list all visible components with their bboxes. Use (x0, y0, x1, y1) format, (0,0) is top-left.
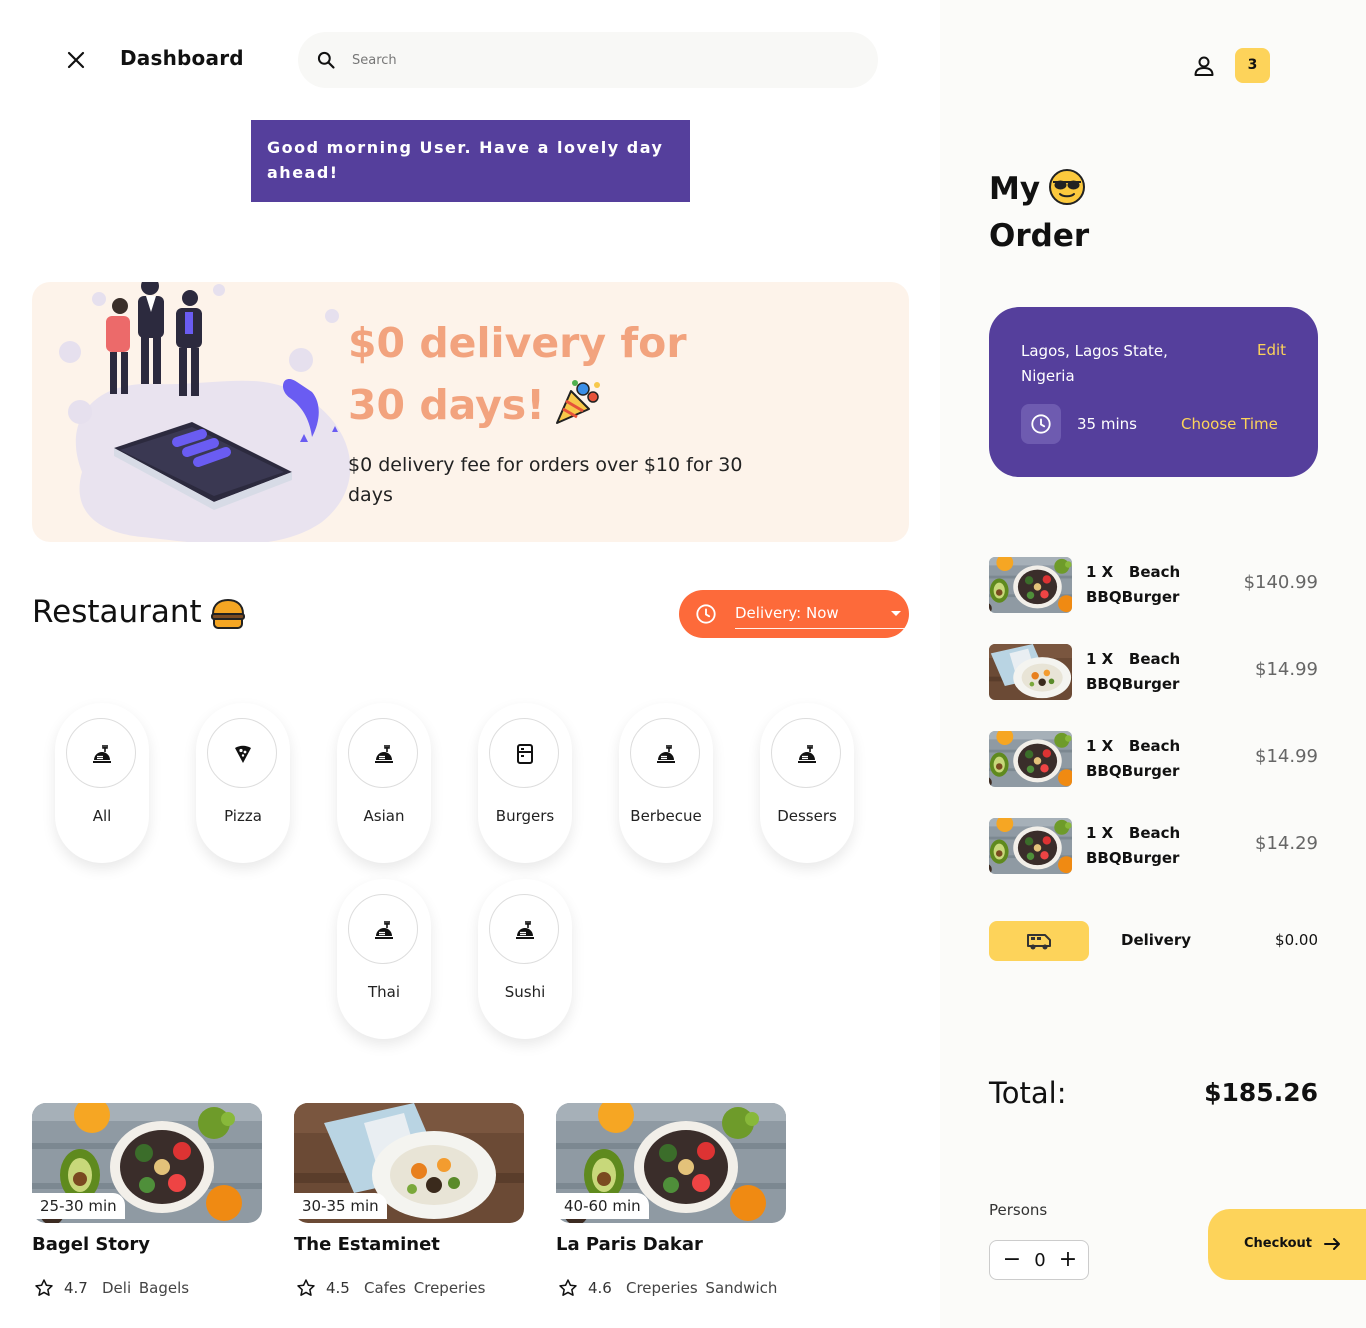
category-thai[interactable]: Thai (337, 879, 431, 1039)
menu-box-icon (517, 744, 533, 764)
address-card: Lagos, Lagos State, Nigeria Edit 35 mins… (989, 307, 1318, 477)
pizza-icon (235, 745, 251, 763)
main-content: Dashboard Good morning User. Have a love… (0, 0, 940, 1328)
persons-label: Persons (989, 1201, 1048, 1219)
promo-title: $0 delivery for 30 days! (348, 319, 687, 429)
restaurant-rating: 4.7 (64, 1279, 88, 1297)
choose-time-link[interactable]: Choose Time (1181, 415, 1278, 433)
restaurant-tags: Creperies Sandwich (626, 1279, 778, 1297)
item-price: $140.99 (1243, 572, 1318, 593)
delivery-time-select[interactable]: Delivery: Now (679, 590, 909, 638)
restaurant-section-title: Restaurant (32, 594, 202, 630)
food-dish-icon (654, 742, 678, 766)
restaurant-tags: Deli Bagels (102, 1279, 190, 1297)
promo-illustration (59, 282, 351, 542)
delivery-fee: $0.00 (1275, 931, 1318, 949)
persons-count: 0 (1034, 1250, 1046, 1271)
restaurant-card[interactable]: 25-30 min Bagel Story 4.7 Deli Bagels (32, 1103, 282, 1313)
search-icon[interactable] (316, 50, 336, 70)
food-dish-icon (513, 918, 537, 942)
order-item[interactable]: 1 X Beach BBQBurger $14.99 (989, 644, 1318, 700)
user-icon[interactable] (1192, 54, 1216, 78)
item-thumbnail (989, 644, 1072, 700)
restaurant-name: The Estaminet (294, 1234, 440, 1255)
food-dish-icon (90, 742, 114, 766)
edit-address-link[interactable]: Edit (1257, 341, 1286, 359)
clock-icon (1031, 414, 1051, 434)
category-asian[interactable]: Asian (337, 703, 431, 863)
decrement-button[interactable]: − (1002, 1249, 1022, 1271)
delivery-duration: 35 mins (1077, 415, 1137, 433)
order-sidebar: 3 My Order Lagos, Lagos State, Nigeria E… (940, 0, 1366, 1328)
category-berbecue[interactable]: Berbecue (619, 703, 713, 863)
category-all[interactable]: All (55, 703, 149, 863)
restaurant-tags: Cafes Creperies (364, 1279, 486, 1297)
increment-button[interactable]: + (1058, 1249, 1078, 1271)
cart-count-badge[interactable]: 3 (1235, 48, 1270, 83)
order-item[interactable]: 1 X Beach BBQBurger $140.99 (989, 557, 1318, 613)
search-input[interactable] (352, 46, 852, 74)
chevron-down-icon (891, 611, 901, 616)
item-price: $14.99 (1255, 746, 1318, 767)
restaurant-name: Bagel Story (32, 1234, 150, 1255)
search-bar (298, 32, 878, 88)
delivery-option-button[interactable] (989, 921, 1089, 961)
persons-stepper: − 0 + (989, 1240, 1089, 1280)
arrow-right-icon (1324, 1238, 1340, 1250)
sunglasses-smiley-icon (1049, 169, 1085, 205)
category-sushi[interactable]: Sushi (478, 879, 572, 1039)
restaurant-card[interactable]: 30-35 min The Estaminet 4.5 Cafes Creper… (294, 1103, 544, 1313)
food-dish-icon (372, 918, 396, 942)
page-title: Dashboard (120, 46, 244, 70)
delivery-address: Lagos, Lagos State, Nigeria (1021, 342, 1168, 385)
item-thumbnail (989, 818, 1072, 874)
delivery-select-value: Delivery: Now (735, 604, 839, 622)
order-item[interactable]: 1 X Beach BBQBurger $14.99 (989, 731, 1318, 787)
close-icon[interactable] (64, 48, 88, 72)
category-dessers[interactable]: Dessers (760, 703, 854, 863)
item-price: $14.99 (1255, 659, 1318, 680)
time-icon-box (1021, 404, 1061, 444)
party-popper-icon (555, 380, 600, 424)
restaurant-card[interactable]: 40-60 min La Paris Dakar 4.6 Creperies S… (556, 1103, 806, 1313)
total-label: Total: (989, 1076, 1067, 1110)
clock-icon (696, 604, 716, 624)
star-icon (558, 1278, 578, 1298)
item-thumbnail (989, 731, 1072, 787)
item-thumbnail (989, 557, 1072, 613)
order-item[interactable]: 1 X Beach BBQBurger $14.29 (989, 818, 1318, 874)
promo-banner[interactable]: $0 delivery for 30 days! $0 delivery fee… (32, 282, 909, 542)
delivery-time-badge: 30-35 min (294, 1193, 387, 1219)
delivery-label: Delivery (1121, 931, 1192, 949)
checkout-label: Checkout (1244, 1236, 1313, 1251)
burger-icon (211, 598, 245, 629)
item-description: 1 X Beach BBQBurger (1086, 650, 1181, 693)
checkout-button[interactable]: Checkout (1208, 1209, 1366, 1280)
star-icon (34, 1278, 54, 1298)
restaurant-rating: 4.6 (588, 1279, 612, 1297)
item-description: 1 X Beach BBQBurger (1086, 563, 1181, 606)
category-pizza[interactable]: Pizza (196, 703, 290, 863)
item-description: 1 X Beach BBQBurger (1086, 824, 1181, 867)
item-price: $14.29 (1255, 833, 1318, 854)
total-amount: $185.26 (1204, 1078, 1318, 1107)
restaurant-rating: 4.5 (326, 1279, 350, 1297)
delivery-time-badge: 40-60 min (556, 1193, 649, 1219)
delivery-time-badge: 25-30 min (32, 1193, 125, 1219)
food-dish-icon (795, 742, 819, 766)
restaurant-name: La Paris Dakar (556, 1234, 703, 1255)
item-description: 1 X Beach BBQBurger (1086, 737, 1181, 780)
category-burgers[interactable]: Burgers (478, 703, 572, 863)
greeting-banner: Good morning User. Have a lovely day ahe… (251, 120, 690, 202)
star-icon (296, 1278, 316, 1298)
truck-icon (1027, 934, 1051, 950)
food-dish-icon (372, 742, 396, 766)
promo-subtitle: $0 delivery fee for orders over $10 for … (348, 454, 743, 506)
